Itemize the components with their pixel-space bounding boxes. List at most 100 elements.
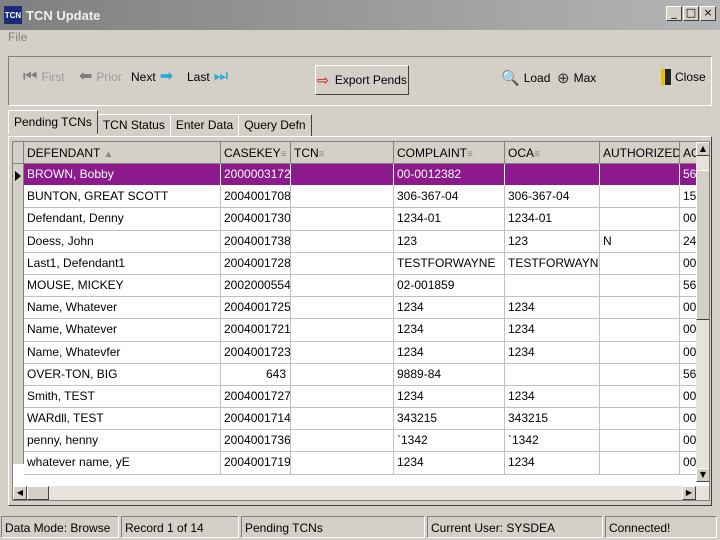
table-cell[interactable]: 306-367-04 — [394, 186, 505, 209]
maximize-button[interactable]: □ — [683, 6, 699, 21]
table-cell[interactable]: 1234-01 — [394, 208, 505, 231]
table-cell[interactable]: 9889-84 — [394, 363, 505, 386]
tab-enter-data[interactable]: Enter Data — [169, 114, 240, 136]
table-cell[interactable]: 2002000554 — [221, 274, 291, 298]
last-button[interactable]: Last ⏭ — [187, 69, 228, 85]
table-row[interactable]: Defendant, Denny 2004001730 1234-01 1234-01… — [24, 208, 709, 231]
table-cell[interactable]: Smith, TEST — [24, 385, 221, 409]
table-cell[interactable]: OVER-TON, BIG — [24, 363, 221, 386]
load-button[interactable]: 🔍 Load — [501, 69, 550, 87]
table-cell[interactable]: 2000003172 — [221, 164, 291, 187]
table-cell[interactable]: 2004001721 — [221, 319, 291, 342]
table-row[interactable]: BUNTON, GREAT SCOTT 2004001708 306-367-04 3… — [24, 186, 709, 209]
table-cell[interactable] — [600, 341, 680, 364]
table-cell[interactable] — [505, 363, 600, 386]
table-cell[interactable] — [291, 164, 394, 187]
table-cell[interactable]: 1234 — [394, 319, 505, 342]
table-cell[interactable] — [600, 274, 680, 298]
table-cell[interactable]: penny, henny — [24, 430, 221, 453]
table-cell[interactable]: 2004001719 — [221, 452, 291, 475]
table-cell[interactable] — [600, 452, 680, 475]
table-cell[interactable] — [600, 252, 680, 275]
table-row[interactable]: penny, henny 2004001736 `1342 `1342 00M — [24, 430, 709, 453]
vertical-scrollbar[interactable]: ▲ ▼ — [696, 142, 709, 482]
table-cell[interactable] — [505, 274, 600, 298]
table-cell[interactable]: TESTFORWAYNE — [394, 252, 505, 275]
minimize-button[interactable]: _ — [666, 6, 682, 21]
table-cell[interactable]: 2004001738 — [221, 230, 291, 253]
export-pends-button[interactable]: ⇨ Export Pends — [315, 65, 409, 95]
table-cell[interactable]: 1234 — [394, 341, 505, 364]
table-cell[interactable]: 1234 — [505, 385, 600, 409]
table-cell[interactable]: BUNTON, GREAT SCOTT — [24, 186, 221, 209]
table-cell[interactable]: 1234 — [505, 341, 600, 364]
header-defendant[interactable]: DEFENDANT ▲ — [24, 142, 221, 164]
table-cell[interactable]: `1342 — [394, 430, 505, 453]
table-cell[interactable]: `1342 — [505, 430, 600, 453]
max-button[interactable]: ⊕ Max — [557, 69, 596, 87]
header-authorized[interactable]: AUTHORIZED — [600, 142, 680, 164]
table-cell[interactable]: 1234 — [394, 452, 505, 475]
table-cell[interactable] — [291, 208, 394, 231]
table-cell[interactable]: BROWN, Bobby — [24, 164, 221, 187]
table-row[interactable]: WARdll, TEST 2004001714 343215 343215 00M — [24, 408, 709, 431]
table-cell[interactable] — [291, 452, 394, 475]
table-cell[interactable]: 2004001708 — [221, 186, 291, 209]
table-cell[interactable] — [291, 319, 394, 342]
table-cell[interactable] — [291, 230, 394, 253]
tab-query-defn[interactable]: Query Defn — [238, 114, 312, 136]
table-cell[interactable] — [291, 274, 394, 298]
table-cell[interactable] — [505, 164, 600, 187]
header-oca[interactable]: OCA≡ — [505, 142, 600, 164]
table-row[interactable]: Name, Whatever 2004001721 1234 1234 00M — [24, 319, 709, 342]
table-cell[interactable] — [291, 186, 394, 209]
table-cell[interactable] — [291, 430, 394, 453]
table-cell[interactable] — [600, 385, 680, 409]
table-cell[interactable]: 343215 — [505, 408, 600, 431]
table-row[interactable]: Name, Whatevfer 2004001723 1234 1234 00M — [24, 341, 709, 364]
table-cell[interactable]: 00-0012382 — [394, 164, 505, 187]
menu-file[interactable]: File — [8, 30, 27, 44]
scroll-up-button[interactable]: ▲ — [696, 142, 709, 156]
table-row[interactable]: Doess, John 2004001738 123 123 N 24E — [24, 230, 709, 253]
table-cell[interactable]: Name, Whatever — [24, 319, 221, 342]
table-cell[interactable]: 2004001728 — [221, 252, 291, 275]
table-cell[interactable]: 2004001725 — [221, 297, 291, 320]
table-cell[interactable] — [600, 319, 680, 342]
tab-pending-tcns[interactable]: Pending TCNs — [8, 110, 98, 134]
table-cell[interactable]: whatever name, yE — [24, 452, 221, 475]
horizontal-scrollbar[interactable]: ◀ ▶ — [13, 486, 709, 500]
next-button[interactable]: Next ➡ — [131, 69, 173, 85]
close-window-button[interactable]: × — [700, 6, 716, 21]
table-cell[interactable]: WARdll, TEST — [24, 408, 221, 431]
table-cell[interactable]: 1234 — [505, 297, 600, 320]
table-cell[interactable]: N — [600, 230, 680, 253]
table-row[interactable]: whatever name, yE 2004001719 1234 1234 00M — [24, 452, 709, 475]
prior-button[interactable]: ⬅ Prior — [79, 69, 122, 85]
table-cell[interactable] — [600, 186, 680, 209]
table-cell[interactable] — [291, 341, 394, 364]
table-cell[interactable]: Doess, John — [24, 230, 221, 253]
table-cell[interactable]: 1234-01 — [505, 208, 600, 231]
table-row[interactable]: Smith, TEST 2004001727 1234 1234 00M — [24, 385, 709, 409]
table-cell[interactable]: 123 — [394, 230, 505, 253]
table-cell[interactable]: 02-001859 — [394, 274, 505, 298]
table-cell[interactable]: 2004001730 — [221, 208, 291, 231]
table-row[interactable]: MOUSE, MICKEY 2002000554 02-001859 56M — [24, 274, 709, 298]
table-cell[interactable]: Defendant, Denny — [24, 208, 221, 231]
scroll-left-button[interactable]: ◀ — [13, 486, 27, 500]
header-casekey[interactable]: CASEKEY≡ — [221, 142, 291, 164]
scroll-down-button[interactable]: ▼ — [696, 468, 709, 482]
table-cell[interactable]: 1234 — [394, 297, 505, 320]
table-row[interactable]: OVER-TON, BIG 643 9889-84 56M — [24, 363, 709, 386]
table-cell[interactable]: 643 — [221, 363, 291, 386]
table-row[interactable]: BROWN, Bobby 2000003172 00-0012382 56M — [24, 164, 709, 187]
table-cell[interactable] — [600, 164, 680, 187]
table-cell[interactable]: MOUSE, MICKEY — [24, 274, 221, 298]
table-cell[interactable] — [600, 408, 680, 431]
table-cell[interactable] — [600, 363, 680, 386]
table-cell[interactable]: 306-367-04 — [505, 186, 600, 209]
table-cell[interactable]: 1234 — [505, 452, 600, 475]
table-cell[interactable]: 1234 — [505, 319, 600, 342]
table-cell[interactable] — [600, 297, 680, 320]
